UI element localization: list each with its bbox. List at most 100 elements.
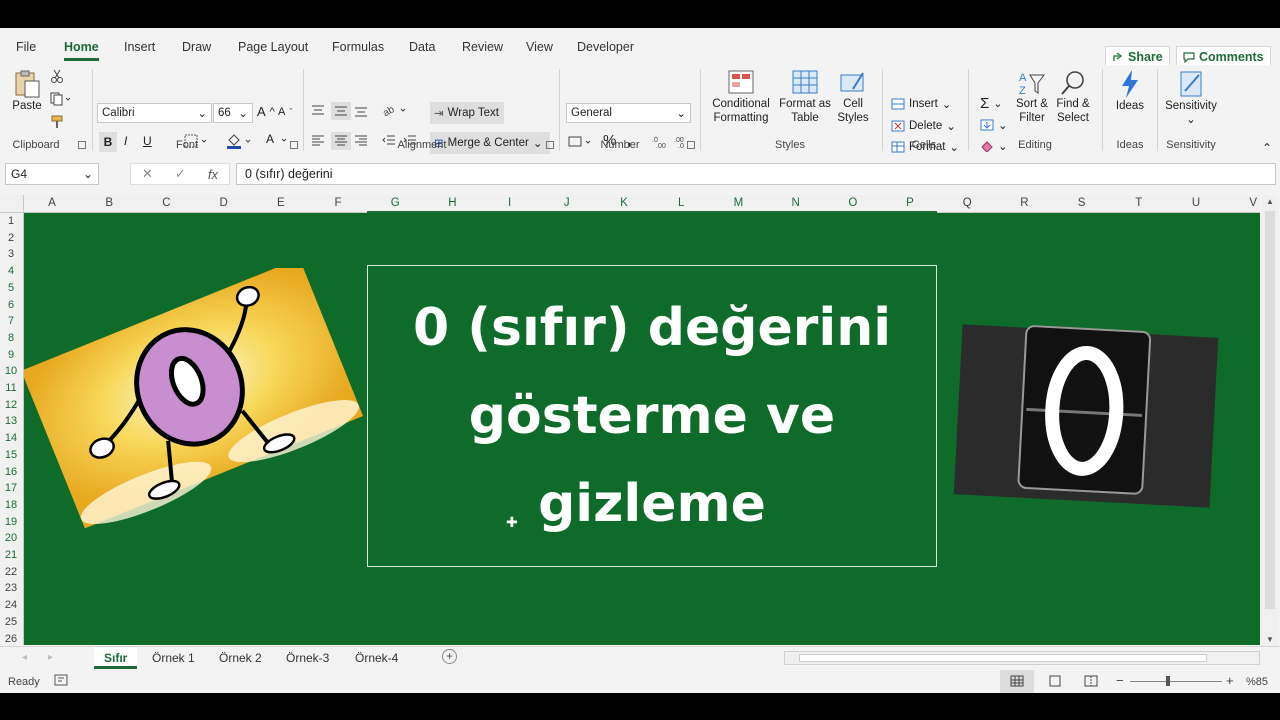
column-header-o[interactable]: O [843, 197, 863, 209]
increase-decimal-button[interactable]: .0.00 [652, 135, 668, 149]
tab-view[interactable]: View [526, 40, 553, 54]
column-header-v[interactable]: V [1243, 197, 1263, 209]
copy-button[interactable] [50, 92, 72, 106]
conditional-formatting-button[interactable]: Conditional Formatting [706, 69, 776, 125]
tab-data[interactable]: Data [409, 40, 435, 54]
cartoon-zero-picture[interactable] [24, 268, 364, 528]
orientation-button[interactable]: ab [383, 103, 409, 117]
delete-cells-button[interactable]: Delete ⌄ [891, 119, 956, 133]
wrap-text-button[interactable]: ⇥ Wrap Text [430, 102, 504, 124]
decrease-font-button[interactable]: Aˇ [278, 106, 292, 118]
accessibility-icon[interactable] [54, 674, 68, 689]
scroll-down-icon[interactable]: ▼ [1266, 635, 1274, 644]
sheet-tab-ornek-4[interactable]: Örnek-4 [355, 651, 398, 665]
tab-file[interactable]: File [16, 40, 36, 54]
find-select-button[interactable]: Find & Select [1052, 69, 1094, 125]
page-layout-icon[interactable] [1048, 675, 1062, 690]
worksheet[interactable]: 0 (sıfır) değerini gösterme ve gizleme ✚ [24, 213, 1260, 645]
next-sheet-icon[interactable]: ▸ [48, 652, 53, 663]
number-launcher[interactable] [687, 141, 695, 149]
row-header-10[interactable]: 10 [0, 365, 22, 377]
increase-font-button[interactable]: A ^ [257, 104, 275, 119]
sheet-tab-ornek-2[interactable]: Örnek 2 [219, 651, 262, 665]
column-header-l[interactable]: L [671, 197, 691, 209]
tab-developer[interactable]: Developer [577, 40, 634, 54]
column-header-u[interactable]: U [1186, 197, 1206, 209]
page-break-icon[interactable] [1084, 675, 1098, 690]
insert-cells-button[interactable]: Insert ⌄ [891, 97, 951, 111]
column-header-k[interactable]: K [614, 197, 634, 209]
number-format-select[interactable]: General ⌄ [566, 103, 691, 123]
column-header-g[interactable]: G [385, 197, 405, 209]
row-header-12[interactable]: 12 [0, 399, 22, 411]
select-all-corner[interactable] [0, 195, 24, 213]
row-header-20[interactable]: 20 [0, 532, 22, 544]
column-header-e[interactable]: E [271, 197, 291, 209]
column-header-b[interactable]: B [99, 197, 119, 209]
font-name-select[interactable]: Calibri ⌄ [97, 103, 212, 123]
fill-button[interactable]: ⌄ [980, 118, 1008, 132]
check-icon[interactable]: ✓ [175, 166, 186, 182]
column-header-j[interactable]: J [557, 197, 577, 209]
row-header-7[interactable]: 7 [0, 315, 22, 327]
column-header-a[interactable]: A [42, 197, 62, 209]
sort-filter-button[interactable]: AZ Sort & Filter [1012, 69, 1052, 125]
tab-home[interactable]: Home [64, 40, 99, 61]
bold-button[interactable]: B [99, 132, 117, 152]
align-middle-button[interactable] [331, 102, 351, 120]
sensitivity-button[interactable]: Sensitivity ⌄ [1163, 69, 1219, 127]
column-header-t[interactable]: T [1129, 197, 1149, 209]
row-header-15[interactable]: 15 [0, 449, 22, 461]
zoom-slider[interactable] [1130, 681, 1222, 682]
row-header-17[interactable]: 17 [0, 482, 22, 494]
column-header-q[interactable]: Q [957, 197, 977, 209]
tab-draw[interactable]: Draw [182, 40, 211, 54]
scroll-up-icon[interactable]: ▲ [1266, 197, 1274, 206]
row-header-8[interactable]: 8 [0, 332, 22, 344]
vertical-scrollbar[interactable]: ▲ ▼ [1262, 195, 1278, 647]
row-header-6[interactable]: 6 [0, 299, 22, 311]
column-header-r[interactable]: R [1014, 197, 1034, 209]
clipboard-launcher[interactable] [78, 141, 86, 149]
sheet-tab-ornek-3[interactable]: Örnek-3 [286, 651, 329, 665]
column-header-h[interactable]: H [442, 197, 462, 209]
fill-color-button[interactable] [226, 133, 254, 149]
sheet-tab-sifir[interactable]: Sıfır [94, 647, 138, 669]
paste-button[interactable]: Paste [12, 69, 42, 113]
clear-button[interactable]: ⌄ [980, 139, 1008, 153]
column-header-s[interactable]: S [1072, 197, 1092, 209]
row-header-11[interactable]: 11 [0, 382, 22, 394]
row-header-4[interactable]: 4 [0, 265, 22, 277]
italic-button[interactable]: I [124, 134, 127, 148]
flip-clock-zero-picture[interactable] [952, 317, 1220, 515]
row-header-14[interactable]: 14 [0, 432, 22, 444]
zoom-out-icon[interactable]: − [1116, 673, 1124, 688]
zoom-level[interactable]: %85 [1246, 676, 1268, 688]
alignment-launcher[interactable] [546, 141, 554, 149]
collapse-ribbon-button[interactable]: ⌃ [1262, 141, 1272, 155]
cell-styles-button[interactable]: Cell Styles [833, 69, 873, 125]
row-header-25[interactable]: 25 [0, 616, 22, 628]
row-header-5[interactable]: 5 [0, 282, 22, 294]
font-launcher[interactable] [290, 141, 298, 149]
font-color-button[interactable]: A [264, 132, 292, 148]
row-header-1[interactable]: 1 [0, 215, 22, 227]
align-center-button[interactable] [331, 132, 351, 150]
align-top-button[interactable] [311, 105, 325, 117]
row-header-26[interactable]: 26 [0, 633, 22, 645]
cancel-icon[interactable]: ✕ [142, 166, 153, 182]
cut-button[interactable] [50, 69, 64, 83]
row-header-16[interactable]: 16 [0, 466, 22, 478]
column-header-c[interactable]: C [156, 197, 176, 209]
row-header-22[interactable]: 22 [0, 566, 22, 578]
formula-input[interactable]: 0 (sıfır) değerini [236, 163, 1276, 185]
column-header-i[interactable]: I [500, 197, 520, 209]
tab-formulas[interactable]: Formulas [332, 40, 384, 54]
ideas-button[interactable]: Ideas [1110, 69, 1150, 113]
row-header-23[interactable]: 23 [0, 582, 22, 594]
vertical-scroll-thumb[interactable] [1265, 211, 1275, 609]
horizontal-scrollbar[interactable] [784, 651, 1260, 665]
add-sheet-icon[interactable]: + [442, 649, 457, 664]
prev-sheet-icon[interactable]: ◂ [22, 652, 27, 663]
sheet-tab-ornek-1[interactable]: Örnek 1 [152, 651, 195, 665]
